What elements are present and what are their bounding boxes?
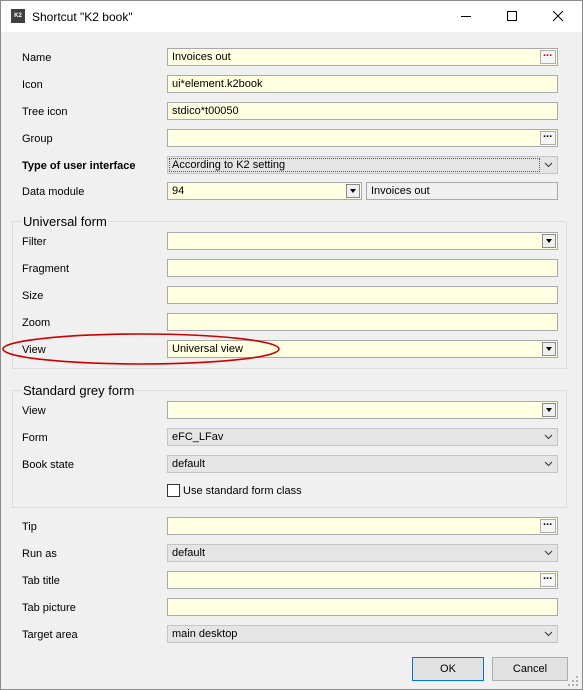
data-module-select[interactable]: 94 [167, 182, 362, 200]
tab-picture-field[interactable] [167, 598, 558, 616]
name-value: Invoices out [172, 51, 231, 63]
name-field[interactable]: Invoices out ... [167, 47, 558, 66]
target-area-select[interactable]: main desktop [167, 625, 558, 643]
group-label: Group [22, 133, 53, 145]
highlight-oval-annotation [2, 333, 280, 365]
dropdown-arrow-icon[interactable] [542, 234, 556, 248]
book-state-value: default [172, 458, 206, 470]
data-module-description: Invoices out [366, 182, 558, 200]
title-bar[interactable]: K2 Shortcut "K2 book" [1, 1, 582, 32]
ui-type-label: Type of user interface [22, 160, 136, 172]
filter-select[interactable] [167, 232, 558, 250]
run-as-value: default [172, 547, 206, 559]
zoom-label: Zoom [22, 317, 51, 329]
dropdown-arrow-icon[interactable] [542, 342, 556, 356]
cancel-button[interactable]: Cancel [492, 657, 568, 681]
window-title: Shortcut "K2 book" [32, 10, 133, 24]
universal-form-title: Universal form [22, 214, 108, 229]
chevron-down-icon [544, 631, 553, 637]
zoom-field[interactable] [167, 313, 558, 331]
data-module-description-value: Invoices out [371, 185, 430, 197]
ui-type-value: According to K2 setting [172, 159, 286, 171]
standard-view-select[interactable] [167, 401, 558, 419]
tip-label: Tip [22, 521, 37, 533]
tab-title-ellipsis-button[interactable]: ... [540, 570, 556, 587]
minimize-icon [461, 16, 471, 17]
use-standard-form-class-label: Use standard form class [183, 485, 302, 497]
chevron-down-icon [544, 162, 553, 168]
standard-form-title: Standard grey form [22, 383, 136, 398]
icon-label: Icon [22, 79, 43, 91]
form-value: eFC_LFav [172, 431, 224, 443]
standard-view-label: View [22, 405, 46, 417]
form-label: Form [22, 432, 48, 444]
tab-title-field[interactable]: ... [167, 570, 558, 589]
run-as-label: Run as [22, 548, 57, 560]
target-area-label: Target area [22, 629, 78, 641]
ui-type-select[interactable]: According to K2 setting [167, 156, 558, 174]
tree-icon-value: stdico*t00050 [172, 105, 239, 117]
fragment-label: Fragment [22, 263, 70, 275]
run-as-select[interactable]: default [167, 544, 558, 562]
close-button[interactable] [536, 1, 582, 32]
tab-picture-label: Tab picture [22, 602, 76, 614]
group-field[interactable]: ... [167, 128, 558, 147]
size-label: Size [22, 290, 44, 302]
filter-label: Filter [22, 236, 47, 248]
tab-title-label: Tab title [22, 575, 60, 587]
resize-grip-icon[interactable] [568, 676, 578, 686]
group-ellipsis-button[interactable]: ... [540, 128, 556, 145]
book-state-label: Book state [22, 459, 74, 471]
form-select[interactable]: eFC_LFav [167, 428, 558, 446]
use-standard-form-class-checkbox[interactable] [167, 484, 180, 497]
name-ellipsis-button[interactable]: ... [540, 47, 556, 64]
tip-ellipsis-button[interactable]: ... [540, 516, 556, 533]
chevron-down-icon [544, 461, 553, 467]
tree-icon-field[interactable]: stdico*t00050 [167, 102, 558, 120]
tip-field[interactable]: ... [167, 516, 558, 535]
size-field[interactable] [167, 286, 558, 304]
icon-value: ui*element.k2book [172, 78, 263, 90]
book-state-select[interactable]: default [167, 455, 558, 473]
target-area-value: main desktop [172, 628, 238, 640]
maximize-button[interactable] [490, 1, 536, 32]
close-icon [553, 11, 564, 22]
ok-button[interactable]: OK [412, 657, 484, 681]
chevron-down-icon [544, 550, 553, 556]
maximize-icon [507, 11, 517, 21]
data-module-value: 94 [172, 185, 185, 197]
dropdown-arrow-icon[interactable] [346, 184, 360, 198]
k2-app-icon: K2 [11, 9, 25, 23]
fragment-field[interactable] [167, 259, 558, 277]
dropdown-arrow-icon[interactable] [542, 403, 556, 417]
chevron-down-icon [544, 434, 553, 440]
data-module-label: Data module [22, 186, 85, 198]
name-label: Name [22, 52, 52, 64]
minimize-button[interactable] [444, 1, 490, 32]
tree-icon-label: Tree icon [22, 106, 68, 118]
icon-field[interactable]: ui*element.k2book [167, 75, 558, 93]
